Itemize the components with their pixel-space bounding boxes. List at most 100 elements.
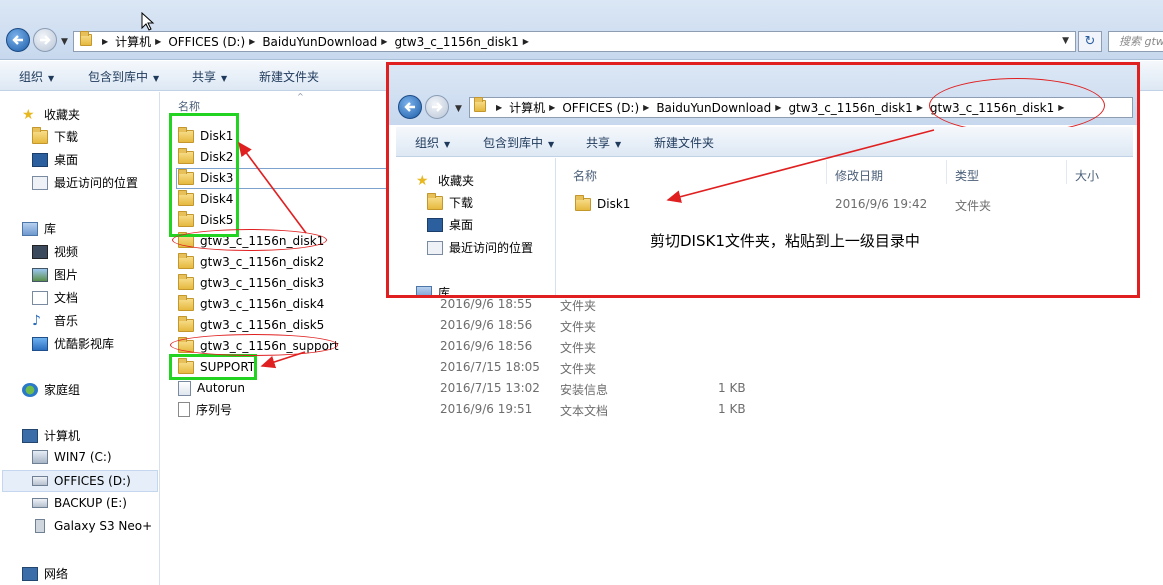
library-icon (22, 221, 38, 236)
nav-drive-d[interactable]: OFFICES (D:) (2, 470, 158, 492)
desktop-icon (32, 152, 48, 167)
column-header-type[interactable]: 类型 (955, 167, 979, 184)
nav-phone[interactable]: Galaxy S3 Neo+ (32, 519, 152, 533)
forward-button[interactable] (33, 28, 57, 52)
setup-info-file-icon (178, 380, 191, 396)
nav-network[interactable]: 网络 (22, 565, 68, 582)
chevron-right-icon[interactable]: ▶ (155, 37, 161, 46)
nav-computer[interactable]: 计算机 (22, 427, 80, 444)
pictures-icon (32, 267, 48, 282)
breadcrumb-item[interactable]: 计算机 ▶ (115, 33, 168, 50)
breadcrumb-root-arrow[interactable]: ▶ (98, 37, 115, 46)
address-bar-region: ▼ ▶ 计算机 ▶ OFFICES (D:) ▶ BaiduYunDownload ▶… (0, 0, 1163, 60)
chevron-right-icon[interactable]: ▶ (917, 103, 923, 112)
include-in-library-button[interactable]: 包含到库中 ▼ (483, 134, 554, 151)
chevron-right-icon[interactable]: ▶ (523, 37, 529, 46)
system-drive-icon (32, 450, 48, 464)
chevron-right-icon[interactable]: ▶ (549, 103, 555, 112)
modified-date: 2016/7/15 13:02 (440, 381, 540, 395)
highlight-box-disks (169, 113, 239, 237)
video-icon (32, 244, 48, 259)
refresh-icon: ↻ (1084, 34, 1096, 49)
back-arrow-icon (12, 35, 23, 45)
chevron-down-icon: ▼ (444, 140, 451, 149)
breadcrumb-item[interactable]: OFFICES (D:) ▶ (562, 101, 656, 115)
sort-caret-icon: ^ (297, 92, 304, 101)
nav-documents[interactable]: 文档 (32, 289, 78, 306)
column-header-size[interactable]: 大小 (1075, 167, 1099, 184)
nav-libraries[interactable]: 库 (416, 284, 450, 295)
chevron-right-icon[interactable]: ▶ (249, 37, 255, 46)
share-button[interactable]: 共享 ▼ (192, 68, 227, 85)
nav-recent[interactable]: 最近访问的位置 (427, 239, 533, 256)
file-row[interactable]: 序列号 (178, 399, 232, 419)
history-dropdown-icon[interactable]: ▼ (455, 104, 462, 114)
chevron-right-icon[interactable]: ▶ (643, 103, 649, 112)
nav-music[interactable]: ♪ 音乐 (32, 312, 78, 329)
file-row[interactable]: gtw3_c_1156n_disk3 (178, 273, 324, 293)
include-in-library-button[interactable]: 包含到库中 ▼ (88, 68, 159, 85)
refresh-button[interactable]: ↻ (1078, 31, 1102, 52)
share-button[interactable]: 共享 ▼ (586, 134, 621, 151)
chevron-right-icon[interactable]: ▶ (775, 103, 781, 112)
chevron-down-icon: ▼ (615, 140, 622, 149)
history-dropdown-icon[interactable]: ▼ (61, 37, 68, 47)
folder-icon (178, 252, 194, 269)
address-dropdown-icon[interactable]: ▼ (1062, 36, 1069, 46)
search-input[interactable]: 搜索 gtw3 (1108, 31, 1163, 52)
breadcrumb-item[interactable]: gtw3_c_1156n_disk1 ▶ (788, 101, 929, 115)
nav-homegroup[interactable]: 家庭组 (22, 381, 80, 398)
inset-back-button[interactable] (398, 95, 422, 119)
chevron-down-icon: ▼ (548, 140, 555, 149)
column-header-date[interactable]: 修改日期 (835, 167, 883, 184)
column-divider[interactable] (946, 160, 947, 184)
breadcrumb-root-arrow[interactable]: ▶ (492, 103, 509, 112)
file-row[interactable]: gtw3_c_1156n_disk5 (178, 315, 324, 335)
folder-icon (575, 194, 591, 211)
breadcrumb[interactable]: ▶ 计算机 ▶ OFFICES (D:) ▶ BaiduYunDownload ▶ g… (73, 31, 1076, 52)
back-button[interactable] (6, 28, 30, 52)
modified-date: 2016/9/6 18:55 (440, 297, 533, 311)
breadcrumb-item[interactable]: BaiduYunDownload ▶ (262, 35, 394, 49)
forward-arrow-icon (40, 35, 51, 45)
inset-forward-button[interactable] (425, 95, 449, 119)
column-header-name[interactable]: 名称 (178, 98, 200, 114)
nav-pictures[interactable]: 图片 (32, 266, 78, 283)
library-icon (416, 285, 432, 295)
breadcrumb-item[interactable]: BaiduYunDownload ▶ (656, 101, 788, 115)
nav-recent[interactable]: 最近访问的位置 (32, 174, 138, 191)
nav-drive-e[interactable]: BACKUP (E:) (32, 496, 127, 510)
new-folder-button[interactable]: 新建文件夹 (654, 134, 714, 151)
file-row[interactable]: gtw3_c_1156n_disk2 (178, 252, 324, 272)
modified-date: 2016/9/6 18:56 (440, 318, 533, 332)
breadcrumb-item[interactable]: 计算机 ▶ (509, 99, 562, 116)
folder-icon (178, 315, 194, 332)
new-folder-button[interactable]: 新建文件夹 (259, 68, 319, 85)
nav-libraries[interactable]: 库 (22, 220, 56, 237)
file-row[interactable]: Disk1 (575, 194, 630, 214)
nav-favorites[interactable]: ★ 收藏夹 (22, 106, 80, 123)
breadcrumb-item[interactable]: OFFICES (D:) ▶ (168, 35, 262, 49)
nav-downloads[interactable]: 下载 (427, 192, 473, 211)
chevron-right-icon[interactable]: ▶ (381, 37, 387, 46)
organize-button[interactable]: 组织 ▼ (415, 134, 450, 151)
folder-icon (178, 294, 194, 311)
nav-drive-c[interactable]: WIN7 (C:) (32, 450, 112, 464)
breadcrumb-item[interactable]: gtw3_c_1156n_disk1 ▶ (394, 35, 535, 49)
column-divider[interactable] (826, 160, 827, 184)
phone-icon (35, 519, 45, 533)
nav-desktop[interactable]: 桌面 (32, 151, 78, 168)
nav-desktop[interactable]: 桌面 (427, 216, 473, 233)
column-header-name[interactable]: 名称 (573, 167, 597, 184)
file-row[interactable]: Autorun (178, 378, 245, 398)
column-divider[interactable] (1066, 160, 1067, 184)
nav-downloads[interactable]: 下载 (32, 126, 78, 145)
nav-youku[interactable]: 优酷影视库 (32, 335, 114, 352)
file-row[interactable]: gtw3_c_1156n_disk4 (178, 294, 324, 314)
file-size: 1 KB (718, 381, 746, 395)
organize-button[interactable]: 组织 ▼ (19, 68, 54, 85)
nav-videos[interactable]: 视频 (32, 243, 78, 260)
inset-toolbar: 组织 ▼ 包含到库中 ▼ 共享 ▼ 新建文件夹 (396, 127, 1133, 157)
nav-favorites[interactable]: ★ 收藏夹 (416, 172, 474, 189)
recent-places-icon (32, 175, 48, 190)
